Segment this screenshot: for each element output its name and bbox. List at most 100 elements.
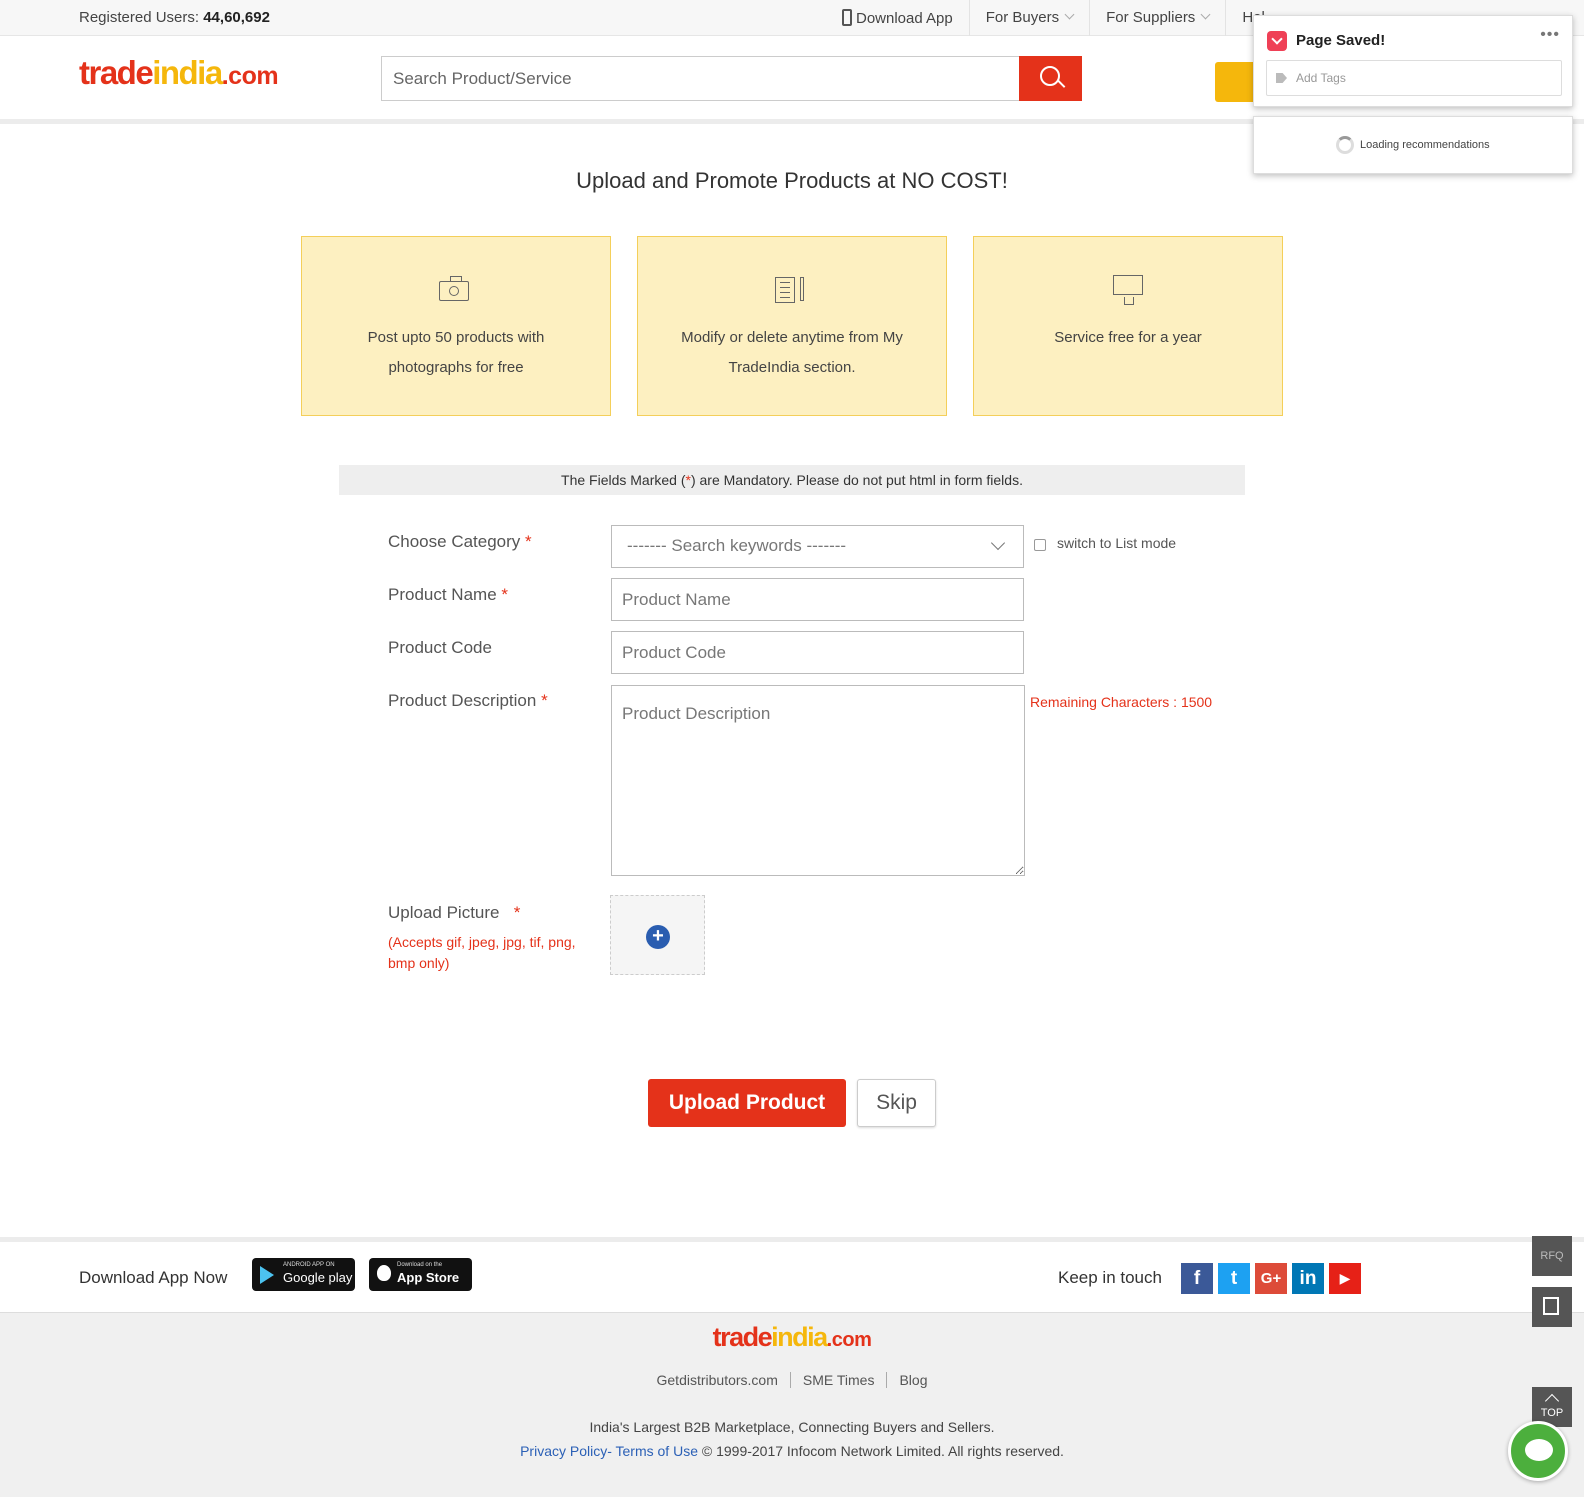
google-play-icon — [260, 1266, 274, 1284]
product-code-label: Product Code — [388, 638, 492, 657]
for-suppliers-menu[interactable]: For Suppliers — [1089, 0, 1225, 36]
apple-large-text: App Store — [397, 1270, 460, 1285]
remaining-characters: Remaining Characters : 1500 — [1030, 694, 1213, 710]
add-tags-placeholder: Add Tags — [1296, 71, 1346, 85]
footer-copyright: Privacy Policy- Terms of Use © 1999-2017… — [0, 1443, 1584, 1459]
footer-links: Getdistributors.com SME Times Blog — [0, 1372, 1584, 1388]
download-app-label: Download App — [856, 10, 953, 27]
pocket-icon — [1267, 31, 1287, 51]
feature-icon-wrap — [974, 273, 1282, 309]
blog-link[interactable]: Blog — [886, 1372, 940, 1388]
footer-logo[interactable]: tradeindia.com — [0, 1322, 1584, 1353]
google-large-text: Google play — [283, 1270, 353, 1285]
product-name-label-text: Product Name — [388, 585, 497, 604]
chat-icon — [1525, 1439, 1553, 1461]
tradeindia-logo[interactable]: tradeindia.com — [79, 54, 279, 92]
product-name-label: Product Name * — [388, 585, 508, 605]
upload-label-text: Upload Picture — [388, 903, 500, 922]
feature-text: Post upto 50 products with photographs f… — [367, 329, 545, 376]
footer-tagline: India's Largest B2B Marketplace, Connect… — [589, 1419, 995, 1435]
footer-logo-trade: trade — [712, 1322, 773, 1352]
copyright-text: © 1999-2017 Infocom Network Limited. All… — [697, 1443, 1064, 1459]
privacy-policy-link[interactable]: Privacy Policy — [520, 1443, 607, 1459]
registered-users-count: 44,60,692 — [203, 9, 270, 26]
logo-com: .com — [221, 62, 279, 90]
rfq-button[interactable]: RFQ — [1532, 1236, 1572, 1276]
logo-trade: trade — [79, 54, 154, 91]
upload-picture-label: Upload Picture * — [388, 903, 520, 923]
getdistributors-link[interactable]: Getdistributors.com — [645, 1372, 790, 1388]
footer-logo-india: india — [771, 1322, 828, 1352]
post-requirement-button[interactable] — [1215, 62, 1255, 102]
for-suppliers-label: For Suppliers — [1106, 9, 1196, 26]
list-mode-label[interactable]: switch to List mode — [1057, 535, 1176, 551]
google-plus-icon[interactable]: G+ — [1255, 1263, 1287, 1294]
registered-users: Registered Users: 44,60,692 — [79, 9, 270, 26]
facebook-icon[interactable]: f — [1181, 1263, 1213, 1294]
download-app-heading: Download App Now — [79, 1268, 228, 1287]
description-label-text: Product Description — [388, 691, 537, 710]
more-options-icon[interactable]: ••• — [1540, 26, 1560, 44]
upload-product-button[interactable]: Upload Product — [648, 1079, 846, 1127]
skip-button[interactable]: Skip — [857, 1079, 936, 1127]
tag-icon — [1276, 73, 1287, 83]
footer-logo-com: .com — [826, 1329, 872, 1351]
chat-button[interactable] — [1508, 1421, 1568, 1481]
product-description-label: Product Description * — [388, 691, 548, 711]
product-code-input[interactable] — [611, 631, 1024, 674]
category-placeholder: ------- Search keywords ------- — [627, 536, 847, 555]
google-play-badge[interactable]: ANDROID APP ON Google play — [252, 1258, 355, 1291]
required-star: * — [541, 691, 548, 710]
required-star: * — [501, 585, 509, 604]
required-star: * — [513, 903, 521, 922]
category-select[interactable]: ------- Search keywords ------- — [611, 525, 1024, 568]
feature-card-modify: Modify or delete anytime from My TradeIn… — [637, 236, 947, 416]
category-label-text: Choose Category — [388, 532, 521, 551]
for-buyers-menu[interactable]: For Buyers — [968, 0, 1089, 36]
list-mode-checkbox[interactable] — [1034, 539, 1046, 551]
keep-in-touch-heading: Keep in touch — [1058, 1268, 1162, 1287]
feature-text: Service free for a year — [1054, 329, 1202, 346]
phone-icon — [842, 9, 852, 26]
search-icon-handle — [1057, 80, 1066, 88]
pocket-saved-popup: Page Saved! ••• Add Tags — [1253, 15, 1573, 107]
apple-small-text: Download on the — [397, 1262, 443, 1268]
youtube-icon[interactable]: ▶ — [1329, 1263, 1361, 1294]
logo-india: india — [152, 54, 223, 91]
note-after: ) are Mandatory. Please do not put html … — [690, 472, 1023, 488]
feature-icon-wrap — [302, 273, 610, 309]
feature-card-service: Service free for a year — [973, 236, 1283, 416]
terms-of-use-link[interactable]: - Terms of Use — [607, 1443, 698, 1459]
search-button[interactable] — [1019, 56, 1082, 101]
edit-feedback-button[interactable] — [1532, 1287, 1572, 1327]
camera-icon — [439, 276, 469, 301]
category-label: Choose Category * — [388, 532, 532, 552]
page-title: Upload and Promote Products at NO COST! — [576, 168, 1008, 193]
download-app-link[interactable]: Download App — [826, 0, 969, 36]
loading-spinner-icon — [1336, 136, 1354, 154]
feature-card-photos: Post upto 50 products with photographs f… — [301, 236, 611, 416]
pencil-icon — [800, 277, 804, 301]
product-name-input[interactable] — [611, 578, 1024, 621]
product-description-textarea[interactable] — [611, 685, 1025, 876]
top-nav: Download App For Buyers For Suppliers He… — [826, 0, 1281, 36]
pocket-recommendations: Loading recommendations — [1253, 116, 1573, 174]
add-tags-input[interactable]: Add Tags — [1266, 60, 1562, 96]
google-small-text: ANDROID APP ON — [283, 1262, 335, 1268]
mandatory-note: The Fields Marked (*) are Mandatory. Ple… — [339, 465, 1245, 495]
loading-text: Loading recommendations — [1360, 139, 1490, 151]
upload-picture-dropzone[interactable]: + — [610, 895, 705, 975]
registered-users-label: Registered Users: — [79, 9, 200, 26]
monitor-icon — [1113, 275, 1143, 305]
search-input[interactable] — [381, 56, 1020, 101]
plus-icon: + — [646, 925, 670, 949]
twitter-icon[interactable]: t — [1218, 1263, 1250, 1294]
feature-icon-wrap — [638, 273, 946, 309]
accepted-formats: (Accepts gif, jpeg, jpg, tif, png, bmp o… — [388, 934, 576, 971]
app-store-badge[interactable]: Download on the App Store — [369, 1258, 472, 1291]
sme-times-link[interactable]: SME Times — [789, 1372, 887, 1388]
pocket-title: Page Saved! — [1296, 32, 1386, 49]
linkedin-icon[interactable]: in — [1292, 1263, 1324, 1294]
for-buyers-label: For Buyers — [985, 9, 1060, 26]
required-star: * — [525, 532, 532, 551]
